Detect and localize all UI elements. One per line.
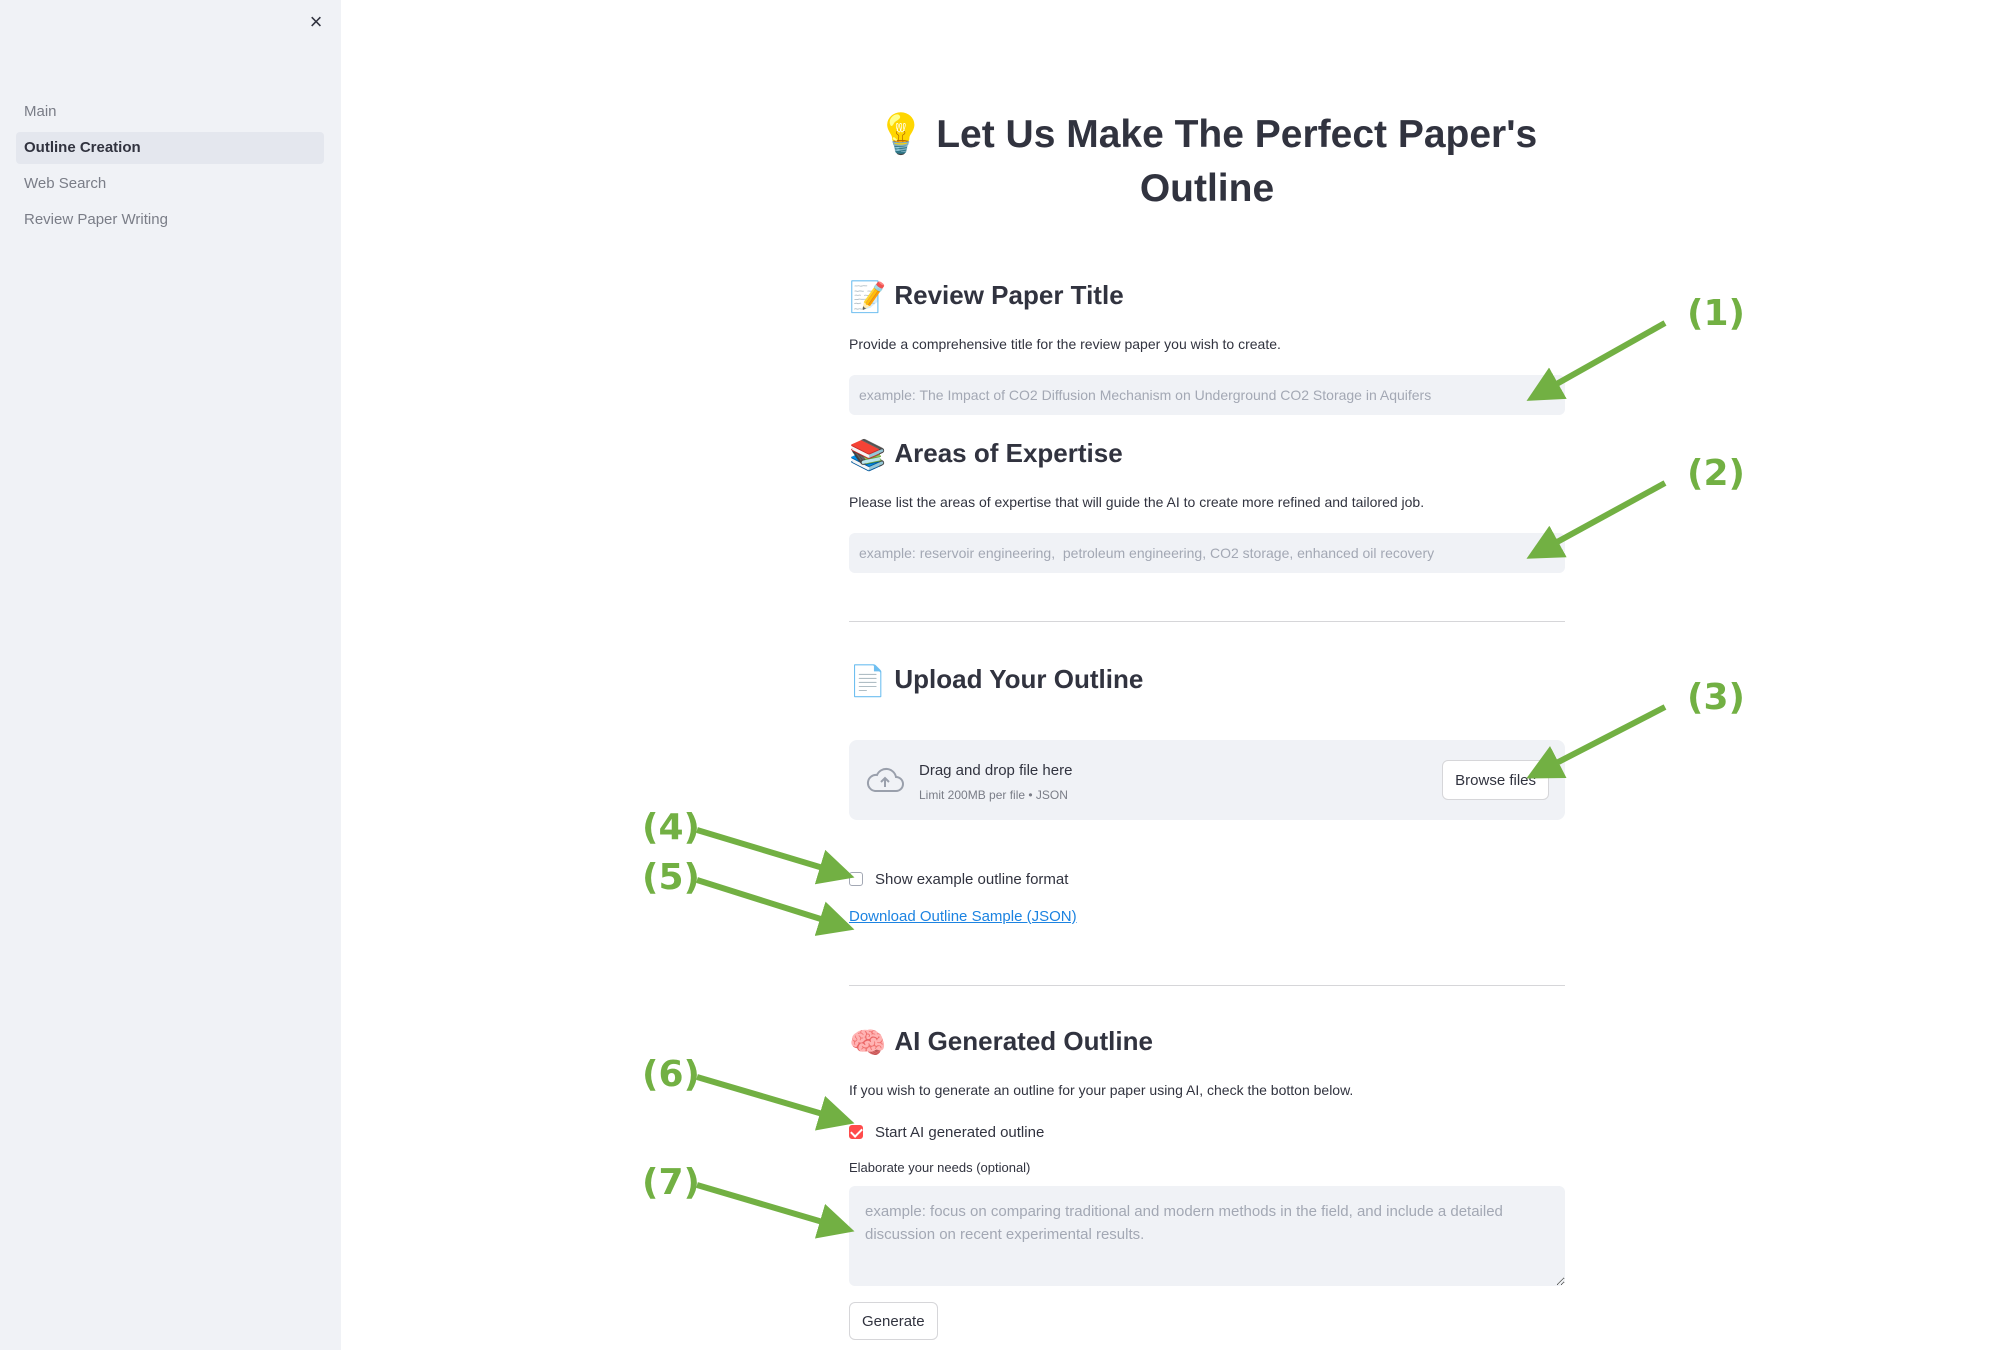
generate-button[interactable]: Generate [849,1302,938,1340]
browse-files-button[interactable]: Browse files [1442,760,1549,800]
divider [849,621,1565,622]
annotation-arrow-5 [696,877,855,936]
annotation-label-1: (1) [1687,293,1745,334]
needs-label: Elaborate your needs (optional) [849,1160,1031,1175]
dropzone-title: Drag and drop file here [919,762,1073,779]
expertise-description: Please list the areas of expertise that … [849,494,1425,510]
title-description: Provide a comprehensive title for the re… [849,336,1281,352]
start-ai-label: Start AI generated outline [875,1123,1045,1141]
sidebar: × Main Outline Creation Web Search Revie… [0,0,341,1350]
needs-textarea[interactable] [849,1186,1565,1286]
sidebar-nav: Main Outline Creation Web Search Review … [16,96,324,240]
section-heading-ai: 🧠 AI Generated Outline [849,1024,1153,1061]
section-heading-expertise: 📚 Areas of Expertise [849,436,1123,473]
lightbulb-icon: 💡 [876,113,926,156]
download-sample-link[interactable]: Download Outline Sample (JSON) [849,908,1077,925]
annotation-arrow-7 [696,1182,855,1239]
memo-icon: 📝 [849,281,887,314]
annotation-arrow-4 [696,827,855,885]
dropzone-limit: Limit 200MB per file • JSON [919,788,1068,802]
cloud-upload-icon [866,767,904,792]
annotation-label-6: (6) [642,1054,700,1095]
section-heading-expertise-text: Areas of Expertise [894,438,1123,468]
sidebar-item-main[interactable]: Main [16,96,324,128]
section-heading-upload: 📄 Upload Your Outline [849,662,1143,699]
sidebar-item-web-search[interactable]: Web Search [16,168,324,200]
annotation-label-3: (3) [1687,677,1745,718]
books-icon: 📚 [849,439,887,472]
annotation-arrow-6 [696,1074,855,1131]
section-heading-upload-text: Upload Your Outline [894,664,1144,694]
sidebar-item-outline-creation[interactable]: Outline Creation [16,132,324,164]
document-icon: 📄 [849,665,887,698]
section-heading-title-text: Review Paper Title [894,280,1124,310]
start-ai-checkbox[interactable] [849,1125,863,1139]
ai-description: If you wish to generate an outline for y… [849,1082,1354,1098]
show-example-checkbox-row[interactable]: Show example outline format [849,868,1068,890]
start-ai-checkbox-row[interactable]: Start AI generated outline [849,1121,1044,1143]
page-title-text: Let Us Make The Perfect Paper's Outline [936,113,1538,210]
brain-icon: 🧠 [849,1027,887,1060]
file-dropzone[interactable]: Drag and drop file here Limit 200MB per … [849,740,1565,820]
title-input[interactable] [849,375,1565,415]
expertise-input[interactable] [849,533,1565,573]
annotation-label-7: (7) [642,1162,700,1203]
sidebar-item-review-paper-writing[interactable]: Review Paper Writing [16,204,324,236]
section-heading-ai-text: AI Generated Outline [894,1026,1153,1056]
divider [849,985,1565,986]
show-example-label: Show example outline format [875,870,1069,888]
annotation-label-5: (5) [642,857,700,898]
page-title: 💡 Let Us Make The Perfect Paper's Outlin… [849,108,1565,216]
close-icon[interactable]: × [304,10,328,34]
show-example-checkbox[interactable] [849,872,863,886]
annotation-label-2: (2) [1687,453,1745,494]
annotation-label-4: (4) [642,807,700,848]
section-heading-title: 📝 Review Paper Title [849,278,1124,315]
